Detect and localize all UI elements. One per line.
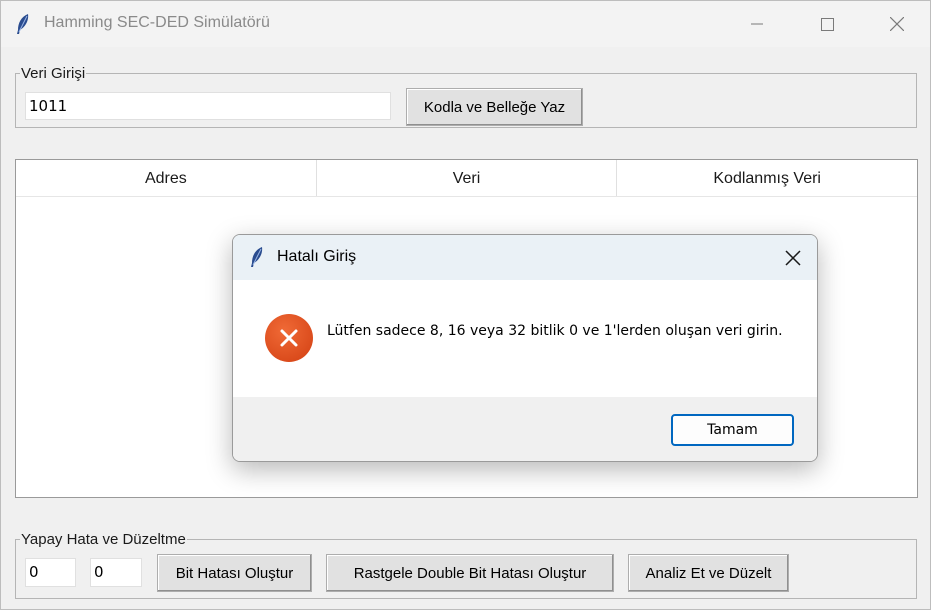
yapay-hata-legend: Yapay Hata ve Düzeltme (21, 531, 186, 548)
bit-error-button[interactable]: Bit Hatası Oluştur (157, 554, 312, 592)
window-title: Hamming SEC-DED Simülatörü (44, 14, 270, 31)
main-window: Hamming SEC-DED Simülatörü Veri Girişi 1… (0, 0, 931, 610)
column-header-kodlanmis-veri[interactable]: Kodlanmış Veri (617, 160, 917, 196)
encode-write-button[interactable]: Kodla ve Belleğe Yaz (406, 88, 583, 126)
ok-button[interactable]: Tamam (671, 414, 794, 446)
analyze-correct-button[interactable]: Analiz Et ve Düzelt (628, 554, 789, 592)
minimize-button[interactable] (727, 1, 787, 47)
close-button[interactable] (867, 1, 927, 47)
feather-icon (15, 13, 31, 35)
table-header: Adres Veri Kodlanmış Veri (16, 160, 917, 197)
column-header-adres[interactable]: Adres (16, 160, 317, 196)
error-icon (265, 314, 313, 362)
bit-index-input[interactable]: 0 (90, 558, 142, 587)
dialog-close-button[interactable] (777, 243, 809, 273)
double-bit-error-button[interactable]: Rastgele Double Bit Hatası Oluştur (326, 554, 614, 592)
address-input[interactable]: 0 (25, 558, 76, 587)
dialog-title: Hatalı Giriş (277, 248, 357, 265)
dialog-title-bar: Hatalı Giriş (233, 235, 817, 280)
maximize-button[interactable] (797, 1, 857, 47)
error-dialog: Hatalı Giriş Lütfen sadece 8, 16 veya 32… (232, 234, 818, 462)
dialog-message: Lütfen sadece 8, 16 veya 32 bitlik 0 ve … (327, 323, 783, 339)
data-input[interactable]: 1011 (25, 92, 391, 120)
title-bar: Hamming SEC-DED Simülatörü (1, 1, 930, 47)
veri-girisi-legend: Veri Girişi (21, 65, 86, 82)
feather-icon (249, 246, 265, 268)
column-header-veri[interactable]: Veri (317, 160, 618, 196)
